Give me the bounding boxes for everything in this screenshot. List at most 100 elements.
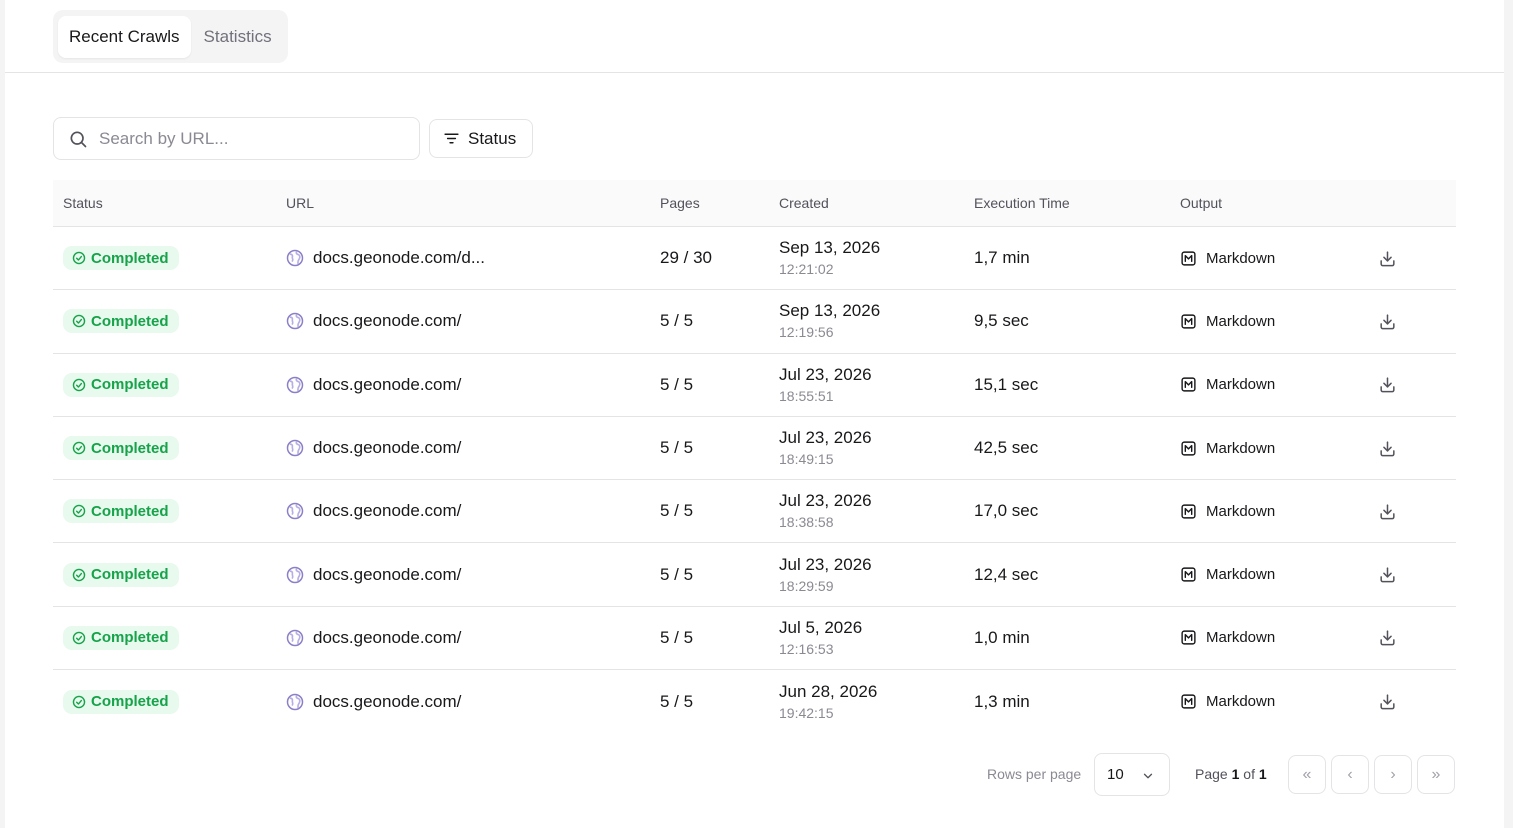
table-row[interactable]: Completed docs.geonode.com/5 / 5 Sep 13, 2…	[53, 290, 1456, 354]
url-text: docs.geonode.com/	[313, 311, 462, 331]
rows-per-page-select[interactable]: 10	[1094, 753, 1170, 796]
table-body: Completed docs.geonode.com/d... 29 / 30 Sep…	[53, 227, 1456, 733]
globe-icon	[286, 439, 304, 457]
check-circle-icon	[72, 315, 86, 328]
download-button[interactable]	[1378, 227, 1397, 289]
url-cell[interactable]: docs.geonode.com/	[286, 354, 461, 416]
created-time: 12:21:02	[779, 261, 834, 278]
output-format: Markdown	[1206, 249, 1276, 267]
next-page-button[interactable]: ›	[1374, 755, 1412, 794]
url-cell[interactable]: docs.geonode.com/	[286, 670, 461, 733]
url-cell[interactable]: docs.geonode.com/	[286, 543, 461, 605]
table-row[interactable]: Completed docs.geonode.com/5 / 5 Jul 23, 2…	[53, 543, 1456, 607]
chevron-down-icon	[1143, 773, 1153, 779]
output-format: Markdown	[1206, 693, 1276, 711]
pages-cell: 5 / 5	[660, 501, 694, 521]
status-cell: Completed	[63, 417, 179, 479]
prev-page-button[interactable]: ‹	[1331, 755, 1369, 794]
status-badge: Completed	[63, 246, 179, 271]
table-row[interactable]: Completed docs.geonode.com/5 / 5 Jun 28, 2…	[53, 670, 1456, 733]
created-time: 18:55:51	[779, 387, 834, 404]
created-cell: Sep 13, 2026 12:19:56	[779, 290, 880, 352]
main-panel: Recent Crawls Statistics Status Status U…	[5, 0, 1504, 828]
url-cell[interactable]: docs.geonode.com/d...	[286, 227, 485, 289]
pages-cell: 5 / 5	[660, 374, 694, 394]
status-badge: Completed	[63, 309, 179, 334]
last-page-button[interactable]: »	[1417, 755, 1455, 794]
table-row[interactable]: Completed docs.geonode.com/d... 29 / 30 Sep…	[53, 227, 1456, 291]
header-url: URL	[286, 195, 315, 211]
execution-time-cell: 42,5 sec	[974, 438, 1039, 458]
pages-cell: 29 / 30	[660, 248, 712, 268]
download-icon	[1380, 630, 1395, 646]
header-status: Status	[63, 195, 103, 211]
execution-time-cell: 1,7 min	[974, 248, 1030, 268]
created-date: Sep 13, 2026	[779, 301, 881, 321]
url-cell[interactable]: docs.geonode.com/	[286, 607, 461, 669]
created-time: 19:42:15	[779, 704, 834, 721]
status-text: Completed	[91, 376, 169, 394]
download-button[interactable]	[1378, 670, 1397, 733]
download-icon	[1380, 377, 1395, 393]
status-text: Completed	[91, 502, 169, 520]
status-text: Completed	[91, 312, 169, 330]
execution-time-cell: 12,4 sec	[974, 564, 1039, 584]
download-button[interactable]	[1378, 543, 1397, 605]
created-date: Sep 13, 2026	[779, 238, 881, 258]
markdown-icon	[1181, 251, 1196, 266]
table-row[interactable]: Completed docs.geonode.com/5 / 5 Jul 23, 2…	[53, 480, 1456, 544]
output-cell: Markdown	[1180, 607, 1275, 669]
total-pages: 1	[1258, 766, 1267, 782]
globe-icon	[286, 693, 304, 710]
output-cell: Markdown	[1180, 417, 1275, 479]
table-row[interactable]: Completed docs.geonode.com/5 / 5 Jul 5, 20…	[53, 607, 1456, 671]
first-page-button[interactable]: «	[1288, 755, 1326, 794]
current-page: 1	[1231, 766, 1240, 782]
status-cell: Completed	[63, 227, 179, 289]
download-icon	[1380, 314, 1395, 330]
status-text: Completed	[91, 693, 169, 711]
globe-icon	[286, 503, 304, 520]
url-cell[interactable]: docs.geonode.com/	[286, 480, 461, 542]
download-button[interactable]	[1378, 480, 1397, 542]
search-input[interactable]	[99, 128, 399, 149]
pages-cell: 5 / 5	[660, 691, 694, 711]
header-pages: Pages	[660, 195, 700, 211]
execution-time-cell: 9,5 sec	[974, 311, 1029, 331]
output-format: Markdown	[1206, 566, 1276, 584]
tab-recent-crawls[interactable]: Recent Crawls	[58, 15, 191, 58]
url-text: docs.geonode.com/	[313, 691, 462, 711]
execution-time-cell: 1,3 min	[974, 691, 1030, 711]
output-cell: Markdown	[1180, 480, 1275, 542]
status-text: Completed	[91, 249, 169, 267]
status-cell: Completed	[63, 290, 179, 352]
markdown-icon	[1181, 630, 1196, 646]
created-cell: Jul 5, 2026 12:16:53	[779, 607, 862, 669]
pages-cell: 5 / 5	[660, 311, 694, 331]
download-button[interactable]	[1378, 354, 1397, 416]
table-row[interactable]: Completed docs.geonode.com/5 / 5 Jul 23, 2…	[53, 417, 1456, 481]
status-text: Completed	[91, 439, 169, 457]
tab-list: Recent Crawls Statistics	[53, 10, 288, 63]
created-time: 12:16:53	[779, 640, 834, 657]
execution-time-cell: 1,0 min	[974, 627, 1030, 647]
check-circle-icon	[72, 505, 86, 518]
created-cell: Jul 23, 2026 18:49:15	[779, 417, 872, 479]
table-header: Status URL Pages Created Execution Time …	[53, 180, 1456, 227]
status-text: Completed	[91, 566, 169, 584]
download-button[interactable]	[1378, 607, 1397, 669]
url-text: docs.geonode.com/	[313, 438, 462, 458]
table-row[interactable]: Completed docs.geonode.com/5 / 5 Jul 23, 2…	[53, 354, 1456, 417]
status-filter-label: Status	[468, 128, 517, 148]
download-button[interactable]	[1378, 417, 1397, 479]
tab-statistics[interactable]: Statistics	[193, 16, 283, 58]
status-filter-button[interactable]: Status	[429, 119, 533, 158]
status-cell: Completed	[63, 670, 179, 733]
markdown-icon	[1181, 377, 1196, 392]
globe-icon	[286, 566, 304, 583]
created-date: Jul 5, 2026	[779, 617, 863, 637]
crawls-table: Status URL Pages Created Execution Time …	[53, 180, 1456, 733]
url-cell[interactable]: docs.geonode.com/	[286, 417, 461, 479]
url-cell[interactable]: docs.geonode.com/	[286, 290, 461, 352]
download-button[interactable]	[1378, 290, 1397, 352]
